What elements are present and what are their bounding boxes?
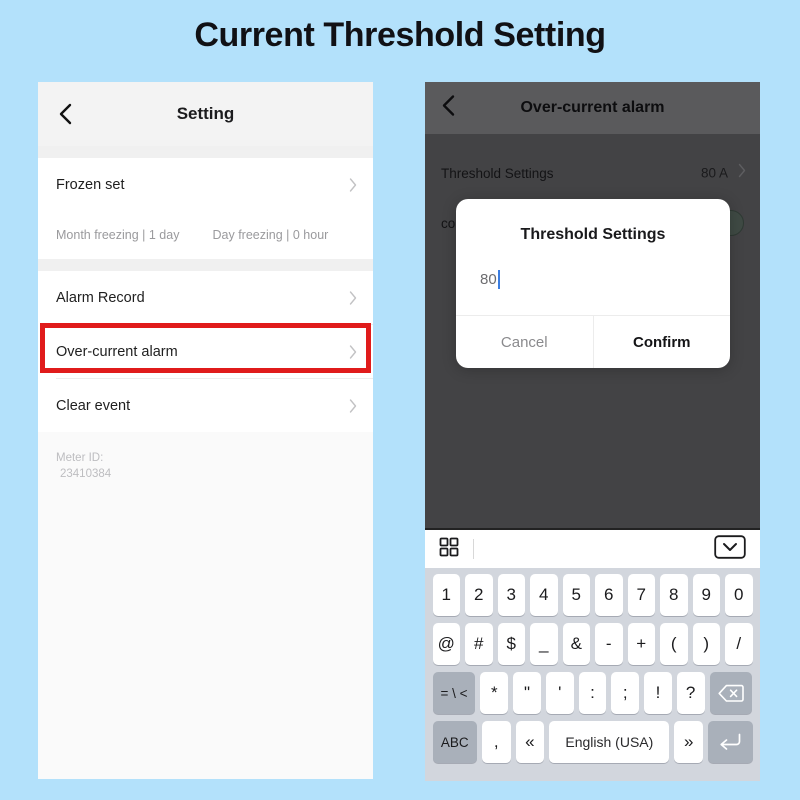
confirm-button[interactable]: Confirm (594, 316, 731, 368)
day-freezing-value: Day freezing | 0 hour (212, 228, 329, 242)
key-2[interactable]: 2 (465, 574, 493, 616)
enter-key[interactable] (708, 721, 753, 763)
key-ampersand[interactable]: & (562, 623, 590, 665)
key-single-quote[interactable]: ' (545, 672, 574, 714)
key-plus[interactable]: + (627, 623, 655, 665)
dialog-title: Threshold Settings (520, 226, 666, 243)
row-label: Over-current alarm (56, 343, 178, 360)
key-9[interactable]: 9 (692, 574, 720, 616)
row-label: Frozen set (56, 176, 125, 193)
freeze-info-row: Month freezing | 1 day Day freezing | 0 … (38, 211, 373, 259)
abc-key[interactable]: ABC (432, 721, 477, 763)
key-comma[interactable]: , (481, 721, 511, 763)
prev-language-key[interactable]: « (515, 721, 545, 763)
text-caret (497, 270, 500, 289)
row-threshold-settings[interactable]: Threshold Settings 80 A (425, 148, 760, 198)
dialog-actions: Cancel Confirm (456, 316, 730, 368)
key-semicolon[interactable]: ; (611, 672, 640, 714)
keyboard-row-numbers: 1 2 3 4 5 6 7 8 9 0 (428, 574, 757, 616)
key-dollar[interactable]: $ (497, 623, 525, 665)
key-at[interactable]: @ (432, 623, 460, 665)
key-underscore[interactable]: _ (530, 623, 558, 665)
left-nav-bar: Setting (38, 82, 373, 146)
screenshot-root: Current Threshold Setting Setting Frozen… (0, 0, 800, 800)
row-label: Clear event (56, 397, 131, 414)
key-slash[interactable]: / (725, 623, 753, 665)
key-4[interactable]: 4 (530, 574, 558, 616)
sidebar-item-alarm-record[interactable]: Alarm Record (38, 271, 373, 324)
row-label: co (441, 215, 456, 231)
keyboard-row-bottom: ABC , « English (USA) » (428, 721, 757, 763)
keyboard-row-symbols-1: @ # $ _ & - + ( ) / (428, 623, 757, 665)
keyboard-row-symbols-2: = \ < * " ' : ; ! ? (428, 672, 757, 714)
settings-list-card: Alarm Record Over-current alarm Clear ev… (38, 271, 373, 432)
page-title: Current Threshold Setting (194, 16, 606, 54)
key-1[interactable]: 1 (432, 574, 460, 616)
meter-id-value: 23410384 (60, 468, 112, 480)
enter-icon (718, 732, 742, 752)
key-paren-close[interactable]: ) (692, 623, 720, 665)
sidebar-item-frozen-set[interactable]: Frozen set (38, 158, 373, 211)
over-current-alarm-screen-dimmed: Over-current alarm Threshold Settings 80… (425, 82, 760, 528)
divider (473, 539, 474, 559)
symbols-toggle-key[interactable]: = \ < (432, 672, 476, 714)
key-5[interactable]: 5 (562, 574, 590, 616)
key-paren-open[interactable]: ( (660, 623, 688, 665)
key-colon[interactable]: : (578, 672, 607, 714)
backspace-key[interactable] (709, 672, 753, 714)
space-key[interactable]: English (USA) (549, 721, 670, 763)
meter-id-block: Meter ID: 23410384 (38, 432, 373, 482)
key-6[interactable]: 6 (595, 574, 623, 616)
backspace-icon (718, 684, 744, 703)
key-exclamation[interactable]: ! (644, 672, 672, 714)
sidebar-item-clear-event[interactable]: Clear event (38, 379, 373, 432)
threshold-input-value: 80 (480, 271, 497, 288)
chevron-right-icon (349, 290, 357, 305)
keyboard-toolbar (425, 528, 760, 568)
sidebar-item-over-current-alarm[interactable]: Over-current alarm (38, 325, 373, 378)
chevron-left-icon[interactable] (54, 103, 76, 125)
grid-squares-icon[interactable] (439, 537, 459, 562)
right-phone-screen: Over-current alarm Threshold Settings 80… (425, 82, 760, 781)
next-language-key[interactable]: » (674, 721, 704, 763)
divider (38, 146, 373, 158)
key-hash[interactable]: # (465, 623, 493, 665)
chevron-right-icon (349, 344, 357, 359)
row-label: Alarm Record (56, 289, 145, 306)
key-double-quote[interactable]: " (513, 672, 541, 714)
key-3[interactable]: 3 (497, 574, 525, 616)
page-heading: Setting (176, 104, 235, 123)
threshold-settings-dialog: Threshold Settings 80 Cancel Confirm (456, 199, 730, 368)
key-0[interactable]: 0 (725, 574, 753, 616)
threshold-input[interactable]: 80 (480, 270, 500, 289)
divider (38, 259, 373, 271)
key-hyphen[interactable]: - (595, 623, 623, 665)
chevron-right-icon (349, 398, 357, 413)
row-label: Threshold Settings (441, 165, 554, 181)
page-heading: Over-current alarm (520, 99, 665, 116)
chevron-right-icon (349, 177, 357, 192)
right-nav-bar: Over-current alarm (425, 82, 760, 134)
key-question[interactable]: ? (676, 672, 705, 714)
threshold-input-wrap[interactable]: 80 (456, 244, 730, 315)
chevron-left-icon[interactable] (441, 95, 455, 122)
frozen-set-card: Frozen set Month freezing | 1 day Day fr… (38, 158, 373, 259)
key-7[interactable]: 7 (627, 574, 655, 616)
meter-id-label: Meter ID: (56, 452, 104, 464)
hide-keyboard-chevron-icon[interactable] (714, 534, 746, 564)
chevron-right-icon (738, 163, 746, 183)
key-asterisk[interactable]: * (480, 672, 509, 714)
on-screen-keyboard: 1 2 3 4 5 6 7 8 9 0 @ # $ _ & - + ( ) / … (425, 568, 760, 781)
left-phone-screen: Setting Frozen set Month freezing | 1 da… (38, 82, 373, 779)
cancel-button[interactable]: Cancel (456, 316, 593, 368)
divider (425, 134, 760, 148)
threshold-value: 80 A (700, 165, 728, 181)
key-8[interactable]: 8 (660, 574, 688, 616)
month-freezing-value: Month freezing | 1 day (56, 228, 180, 242)
